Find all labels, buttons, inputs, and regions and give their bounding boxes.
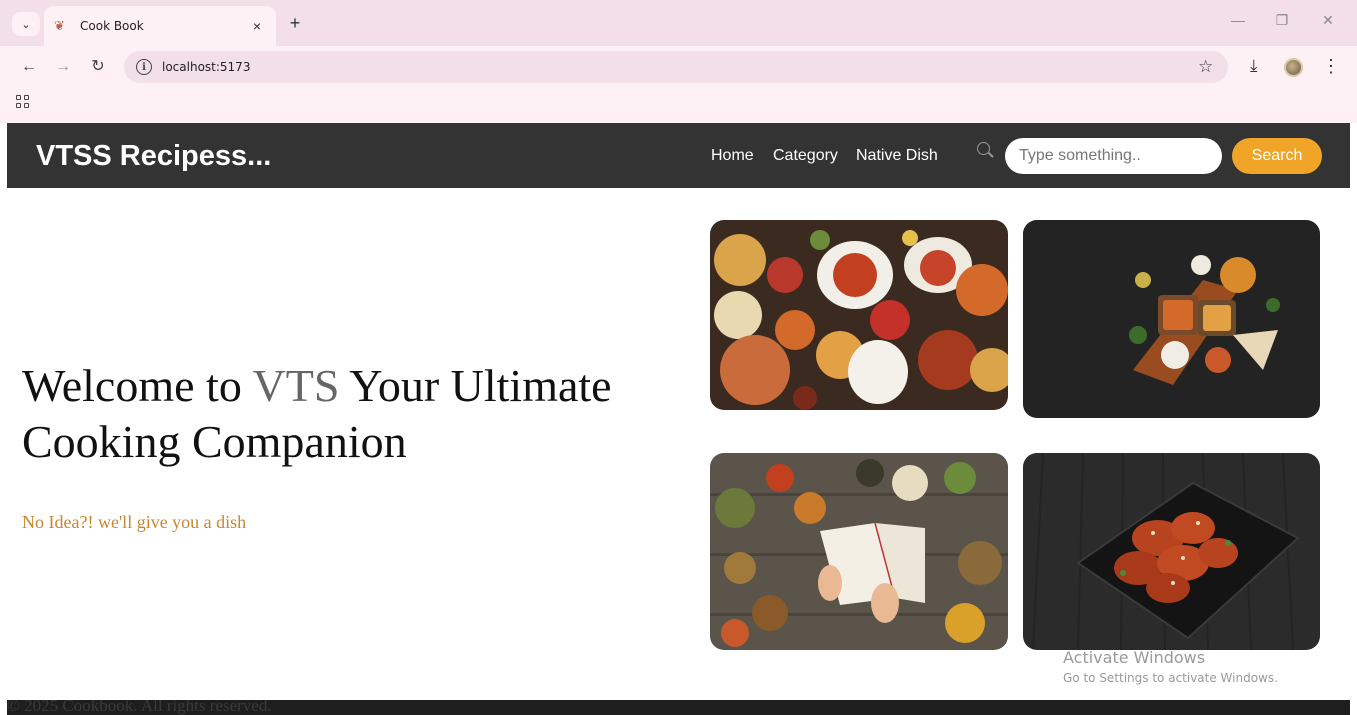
forward-icon[interactable]: →: [52, 56, 74, 78]
hero-subtitle[interactable]: No Idea?! we'll give you a dish: [22, 512, 246, 533]
nav-link-category[interactable]: Category: [773, 147, 838, 165]
activate-windows-title: Activate Windows: [1063, 648, 1206, 667]
apps-icon[interactable]: [16, 95, 30, 109]
tab-strip: ⌄ ❦ Cook Book × + — ❐ ✕: [0, 0, 1357, 46]
activate-windows-subtitle: Go to Settings to activate Windows.: [1063, 671, 1278, 685]
plus-icon[interactable]: +: [284, 12, 306, 34]
nav-link-home[interactable]: Home: [711, 147, 754, 165]
browser-chrome: ⌄ ❦ Cook Book × + — ❐ ✕ ← → ↻ i localhos…: [0, 0, 1357, 123]
site-footer: © 2025 Cookbook. All rights reserved.: [7, 700, 1350, 715]
food-image-recipe-notebook: [710, 453, 1008, 650]
profile-avatar[interactable]: [1284, 58, 1303, 77]
address-bar[interactable]: i localhost:5173: [124, 51, 1228, 83]
close-icon[interactable]: ×: [248, 18, 266, 34]
window-close-icon[interactable]: ✕: [1318, 12, 1338, 29]
star-icon[interactable]: ☆: [1198, 57, 1213, 77]
tab-title: Cook Book: [80, 19, 144, 33]
nav-link-native-dish[interactable]: Native Dish: [856, 147, 938, 165]
food-image-indian-spread: [710, 220, 1008, 410]
hero-title-highlight: VTS: [252, 360, 340, 411]
hero-title: Welcome to VTS Your Ultimate Cooking Com…: [22, 358, 692, 470]
minimize-icon[interactable]: —: [1228, 12, 1248, 28]
info-icon[interactable]: i: [136, 59, 152, 75]
tab-search-icon[interactable]: ⌄: [12, 12, 40, 36]
food-image-chilli-chicken: [1023, 453, 1320, 650]
restore-icon[interactable]: ❐: [1272, 12, 1292, 29]
favicon-icon: ❦: [54, 18, 65, 33]
browser-toolbar: ← → ↻ i localhost:5173 ☆ ⤓ ⋮: [0, 46, 1357, 88]
more-icon[interactable]: ⋮: [1322, 56, 1340, 77]
url-text[interactable]: localhost:5173: [162, 60, 250, 74]
download-icon[interactable]: ⤓: [1250, 56, 1258, 76]
search-icon: [977, 142, 990, 155]
tab-cook-book[interactable]: ❦ Cook Book ×: [44, 6, 276, 46]
search-button[interactable]: Search: [1232, 138, 1322, 174]
hero-title-before: Welcome to: [22, 360, 253, 411]
food-image-dark-platter: [1023, 220, 1320, 418]
footer-copyright: © 2025 Cookbook. All rights reserved.: [7, 700, 272, 715]
search-input[interactable]: [1005, 138, 1222, 174]
site-navbar: VTSS Recipess... Home Category Native Di…: [7, 123, 1350, 188]
brand-logo[interactable]: VTSS Recipess...: [36, 140, 271, 173]
reload-icon[interactable]: ↻: [87, 56, 109, 78]
back-icon[interactable]: ←: [18, 56, 40, 78]
bookmarks-bar: [0, 88, 1357, 123]
